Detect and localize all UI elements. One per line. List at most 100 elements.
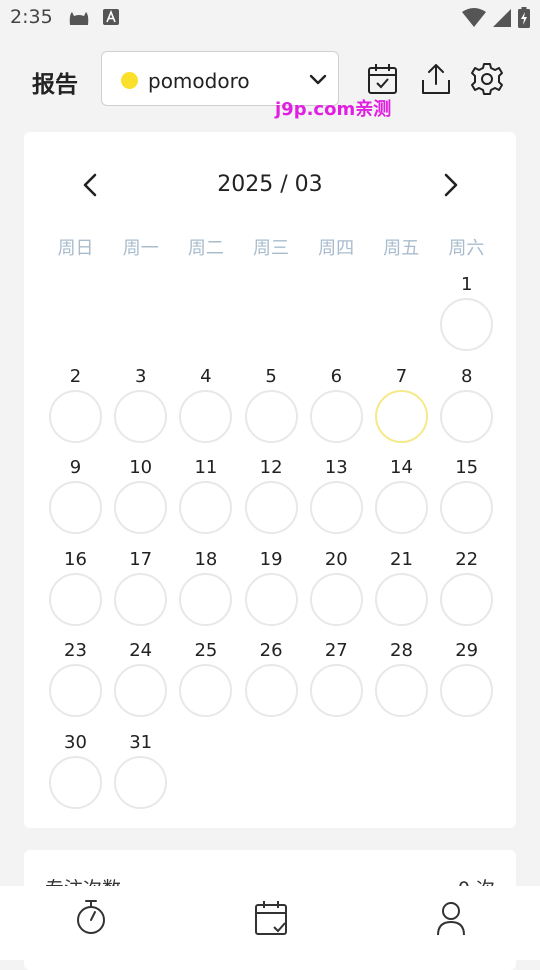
day-cell[interactable]: 19 — [239, 547, 304, 639]
day-cell[interactable]: 1 — [434, 272, 499, 364]
day-number: 13 — [324, 457, 348, 478]
calendar-check-icon[interactable] — [366, 62, 400, 96]
day-number: 7 — [395, 365, 408, 387]
day-number: 19 — [259, 548, 283, 570]
day-number: 25 — [194, 640, 218, 661]
day-number: 28 — [390, 640, 413, 661]
day-number: 31 — [129, 731, 153, 753]
day-cell[interactable]: 8 — [434, 364, 499, 456]
day-cell[interactable]: 18 — [173, 547, 238, 639]
day-cell[interactable]: 30 — [43, 730, 108, 822]
weekday-label: 周一 — [122, 238, 159, 259]
status-bar: 2:35 — [0, 0, 540, 36]
day-number: 14 — [390, 457, 413, 478]
nav-report-icon[interactable] — [251, 898, 291, 938]
day-ring — [49, 572, 102, 626]
day-cell[interactable]: 25 — [173, 638, 238, 730]
weekday-label: 周日 — [57, 238, 94, 259]
day-ring — [49, 389, 102, 443]
day-cell[interactable]: 3 — [108, 364, 173, 456]
gear-icon[interactable] — [470, 62, 504, 96]
day-cell[interactable]: 9 — [43, 455, 108, 547]
day-number: 23 — [64, 640, 87, 661]
day-cell[interactable]: 4 — [173, 364, 238, 456]
day-cell[interactable]: 26 — [239, 638, 304, 730]
day-ring — [114, 664, 168, 717]
day-cell[interactable]: 7 — [369, 364, 434, 456]
day-cell[interactable]: 22 — [434, 547, 499, 639]
day-ring — [375, 481, 428, 534]
cat-notification-icon — [69, 12, 89, 25]
day-number: 21 — [390, 548, 413, 570]
next-month-icon[interactable] — [435, 170, 465, 200]
day-cell[interactable]: 12 — [239, 455, 304, 547]
day-number: 1 — [460, 274, 473, 295]
day-cell[interactable]: 6 — [304, 364, 369, 456]
battery-icon — [518, 7, 530, 28]
signal-icon — [493, 8, 511, 27]
day-number: 22 — [455, 548, 479, 570]
day-number: 20 — [324, 548, 348, 570]
task-color-dot — [121, 72, 138, 89]
day-cell[interactable]: 15 — [434, 455, 499, 547]
share-icon[interactable] — [419, 62, 453, 96]
day-number: 11 — [194, 457, 218, 478]
day-ring — [440, 389, 494, 443]
wifi-icon — [462, 7, 486, 27]
day-ring — [179, 389, 233, 443]
day-cell[interactable]: 21 — [369, 547, 434, 639]
day-number: 12 — [259, 457, 283, 478]
task-select-value: pomodoro — [148, 69, 250, 93]
status-time: 2:35 — [10, 6, 53, 28]
nav-profile-icon[interactable] — [431, 898, 471, 938]
day-ring — [49, 664, 102, 717]
day-ring — [440, 572, 494, 626]
day-number: 8 — [460, 365, 473, 387]
nav-timer-icon[interactable] — [71, 898, 111, 938]
weekday-label: 周二 — [187, 238, 224, 259]
day-cell[interactable]: 2 — [43, 364, 108, 456]
weekday-label: 周三 — [252, 238, 289, 259]
day-number: 17 — [129, 548, 153, 570]
day-cell[interactable]: 31 — [108, 730, 173, 822]
header: 报告 pomodoro — [0, 50, 540, 110]
day-number: 5 — [265, 365, 277, 387]
day-cell[interactable]: 28 — [369, 638, 434, 730]
day-cell[interactable]: 14 — [369, 455, 434, 547]
day-ring — [244, 481, 298, 534]
day-cell[interactable]: 11 — [173, 455, 238, 547]
day-ring — [440, 481, 494, 534]
weekday-header: 周日 周一 周二 周三 周四 周五 周六 — [43, 234, 499, 260]
day-cell[interactable]: 10 — [108, 455, 173, 547]
day-cell[interactable]: 13 — [304, 455, 369, 547]
chevron-down-icon — [309, 74, 327, 85]
day-number: 2 — [69, 365, 82, 387]
day-ring — [309, 664, 363, 717]
day-number: 27 — [324, 640, 348, 661]
day-ring — [375, 664, 428, 717]
day-cell[interactable]: 20 — [304, 547, 369, 639]
day-number: 4 — [200, 365, 212, 387]
day-cell[interactable]: 5 — [239, 364, 304, 456]
weekday-label: 周六 — [448, 238, 485, 259]
day-cell[interactable]: 29 — [434, 638, 499, 730]
day-cell[interactable]: 27 — [304, 638, 369, 730]
day-ring — [49, 755, 102, 809]
day-number: 16 — [64, 548, 87, 570]
day-ring — [309, 572, 363, 626]
day-ring — [440, 298, 494, 351]
day-ring — [179, 664, 233, 717]
day-cell[interactable]: 23 — [43, 638, 108, 730]
day-cell[interactable]: 16 — [43, 547, 108, 639]
day-ring — [114, 389, 168, 443]
day-cell[interactable]: 24 — [108, 638, 173, 730]
day-ring — [244, 572, 298, 626]
day-number: 9 — [69, 457, 82, 478]
bottom-nav — [0, 886, 540, 960]
day-cell[interactable]: 17 — [108, 547, 173, 639]
day-number: 3 — [134, 365, 147, 387]
day-ring — [114, 481, 168, 534]
page-title: 报告 — [32, 72, 78, 98]
day-ring — [244, 389, 298, 443]
day-ring — [179, 481, 233, 534]
